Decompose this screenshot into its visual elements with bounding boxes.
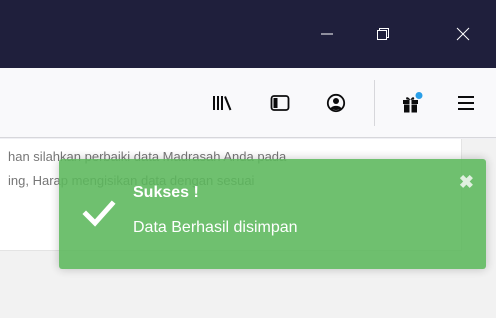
toast-close-icon[interactable]: ✖ <box>459 173 474 191</box>
account-button[interactable] <box>322 89 350 117</box>
success-toast[interactable]: Sukses ! Data Berhasil disimpan ✖ <box>59 159 486 269</box>
close-button[interactable] <box>440 0 486 68</box>
toast-title: Sukses ! <box>133 184 199 201</box>
toast-message: Data Berhasil disimpan <box>133 219 298 236</box>
menu-button[interactable] <box>452 89 480 117</box>
checkmark-icon <box>82 200 116 227</box>
browser-toolbar <box>0 68 496 138</box>
library-button[interactable] <box>208 89 236 117</box>
notification-badge <box>415 92 423 99</box>
minimize-icon <box>321 33 333 35</box>
whats-new-button[interactable] <box>398 89 426 117</box>
window-titlebar <box>0 0 496 68</box>
toolbar-separator <box>374 80 375 126</box>
sidebar-icon <box>270 95 290 111</box>
sidebar-button[interactable] <box>266 89 294 117</box>
gift-icon <box>403 92 423 113</box>
close-icon <box>456 27 470 41</box>
restore-icon <box>377 28 389 40</box>
restore-button[interactable] <box>360 0 406 68</box>
library-icon <box>213 96 232 111</box>
menu-icon <box>458 96 474 110</box>
minimize-button[interactable] <box>304 0 350 68</box>
account-icon <box>326 93 346 113</box>
